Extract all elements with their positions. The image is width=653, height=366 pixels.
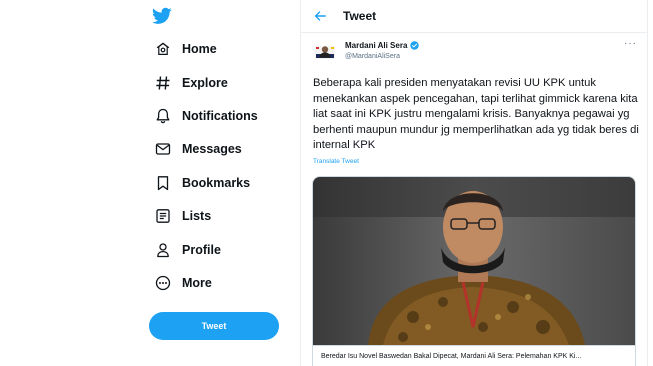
avatar[interactable] [313, 40, 337, 64]
sidebar: Home Explore Notifications Messages Book… [0, 0, 290, 366]
nav-label: More [182, 276, 212, 290]
nav-label: Lists [182, 209, 212, 223]
bell-icon [154, 107, 172, 125]
home-icon [154, 40, 172, 58]
translate-tweet-link[interactable]: Translate Tweet [313, 158, 359, 165]
hashtag-icon [154, 74, 172, 92]
person-icon [154, 241, 172, 259]
card-image [313, 177, 635, 345]
author-name[interactable]: Mardani Ali Sera [345, 41, 407, 50]
nav-item-home[interactable]: Home [154, 38, 217, 60]
nav-item-lists[interactable]: Lists [154, 205, 211, 227]
envelope-icon [154, 140, 172, 158]
nav-item-explore[interactable]: Explore [154, 72, 228, 94]
nav-item-more[interactable]: More [154, 272, 212, 294]
list-icon [154, 207, 172, 225]
verified-badge-icon [410, 41, 420, 50]
more-options-icon[interactable]: ··· [624, 39, 637, 49]
bookmark-icon [154, 174, 172, 192]
nav-item-messages[interactable]: Messages [154, 138, 242, 160]
back-arrow-icon[interactable] [313, 9, 327, 23]
nav-item-bookmarks[interactable]: Bookmarks [154, 172, 250, 194]
page-title: Tweet [343, 9, 377, 23]
tweet-text: Beberapa kali presiden menyatakan revisi… [313, 77, 639, 152]
nav-item-notifications[interactable]: Notifications [154, 105, 258, 127]
nav-label: Profile [182, 243, 221, 257]
nav-item-profile[interactable]: Profile [154, 239, 221, 261]
tweet-column: Tweet Mardani Ali Sera @MardaniAliSera ·… [300, 0, 648, 366]
nav-label: Messages [182, 142, 242, 156]
nav-label: Notifications [182, 109, 258, 123]
name-row: Mardani Ali Sera [345, 41, 420, 50]
tweet-author: Mardani Ali Sera @MardaniAliSera ··· [313, 39, 637, 66]
nav-label: Home [182, 42, 217, 56]
tweet-button[interactable]: Tweet [149, 312, 279, 340]
nav-label: Explore [182, 76, 228, 90]
nav-label: Bookmarks [182, 176, 251, 190]
author-handle[interactable]: @MardaniAliSera [345, 53, 400, 60]
twitter-bird-icon[interactable] [152, 7, 172, 25]
more-circle-icon [154, 274, 172, 292]
card-caption: Beredar Isu Novel Baswedan Bakal Dipecat… [313, 345, 635, 366]
link-card[interactable]: Beredar Isu Novel Baswedan Bakal Dipecat… [312, 176, 636, 366]
column-header: Tweet [301, 0, 647, 33]
